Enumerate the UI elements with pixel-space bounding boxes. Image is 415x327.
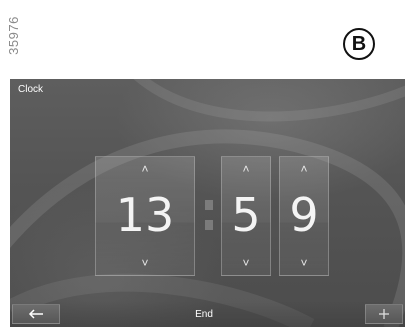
minutes-tens-up-arrow[interactable]: ˄ (222, 163, 270, 175)
minutes-units-down-arrow[interactable]: ˅ (280, 257, 328, 269)
bottom-bar: End (10, 301, 405, 327)
clock-screen: Clock ˄ 13 ˅ ˄ 5 ˅ ˄ 9 ˅ End (10, 79, 405, 327)
figure-badge: B (343, 28, 375, 60)
minutes-units-value: 9 (289, 188, 319, 242)
figure-reference-number: 35976 (5, 16, 21, 55)
time-separator (205, 196, 213, 232)
hours-spinner[interactable]: ˄ 13 ˅ (95, 156, 195, 276)
back-button[interactable] (12, 304, 60, 324)
minutes-units-up-arrow[interactable]: ˄ (280, 163, 328, 175)
minutes-tens-down-arrow[interactable]: ˅ (222, 257, 270, 269)
hours-down-arrow[interactable]: ˅ (96, 257, 194, 269)
plus-icon (379, 309, 389, 319)
arrow-left-icon (28, 309, 43, 319)
minutes-units-spinner[interactable]: ˄ 9 ˅ (279, 156, 329, 276)
hours-value: 13 (115, 188, 175, 242)
screen-title: Clock (18, 84, 44, 95)
end-button-label: End (195, 308, 213, 320)
end-button[interactable]: End (167, 304, 241, 324)
add-button[interactable] (365, 304, 403, 324)
minutes-tens-spinner[interactable]: ˄ 5 ˅ (221, 156, 271, 276)
hours-up-arrow[interactable]: ˄ (96, 163, 194, 175)
minutes-tens-value: 5 (231, 188, 261, 242)
